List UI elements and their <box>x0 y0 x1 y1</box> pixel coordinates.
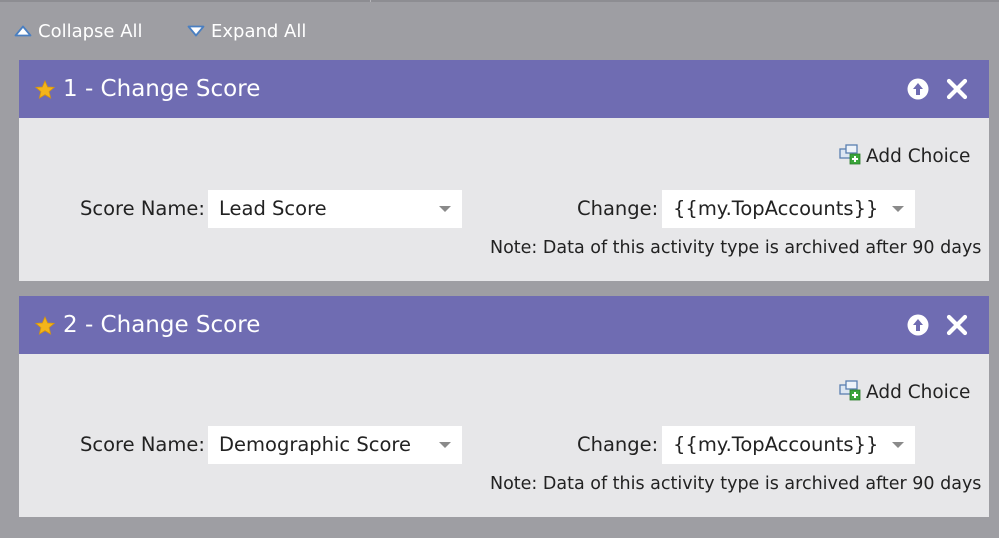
step-title: 1 - Change Score <box>63 76 261 102</box>
add-choice-button[interactable]: Add Choice <box>839 379 970 406</box>
star-icon <box>34 315 56 340</box>
add-choice-label: Add Choice <box>866 146 971 167</box>
step-header[interactable]: 1 - Change Score <box>19 60 989 118</box>
arrow-up-circle-icon[interactable] <box>907 78 929 104</box>
step-header[interactable]: 2 - Change Score <box>19 296 989 354</box>
chevron-down-icon <box>892 442 904 448</box>
change-label: Change: <box>577 197 659 220</box>
score-name-value: Demographic Score <box>219 433 411 456</box>
expand-all-button[interactable]: Expand All <box>187 18 306 44</box>
add-choice-label: Add Choice <box>866 382 971 403</box>
expand-all-label: Expand All <box>211 20 307 42</box>
change-label: Change: <box>577 433 659 456</box>
change-value: {{my.TopAccounts}} <box>673 433 879 456</box>
add-choice-button[interactable]: Add Choice <box>839 143 970 170</box>
chevron-down-icon <box>439 442 451 448</box>
toolbar: Collapse All Expand All <box>0 0 999 60</box>
collapse-all-label: Collapse All <box>38 20 143 42</box>
score-name-label: Score Name: <box>80 433 205 456</box>
change-value: {{my.TopAccounts}} <box>673 197 879 220</box>
step-title: 2 - Change Score <box>63 312 261 338</box>
score-name-select[interactable]: Demographic Score <box>208 426 462 464</box>
flow-step-1: 1 - Change Score Add Choice Score Name: … <box>19 60 989 281</box>
triangle-up-icon <box>14 25 32 37</box>
star-icon <box>34 79 56 104</box>
change-select[interactable]: {{my.TopAccounts}} <box>662 426 915 464</box>
score-name-select[interactable]: Lead Score <box>208 190 462 228</box>
score-name-value: Lead Score <box>219 197 327 220</box>
arrow-up-circle-icon[interactable] <box>907 314 929 340</box>
chevron-down-icon <box>892 206 904 212</box>
score-name-label: Score Name: <box>80 197 205 220</box>
flow-step-2: 2 - Change Score Add Choice Score Name: … <box>19 296 989 517</box>
archive-note: Note: Data of this activity type is arch… <box>490 238 982 258</box>
chevron-down-icon <box>439 206 451 212</box>
add-choice-icon <box>839 379 863 406</box>
collapse-all-button[interactable]: Collapse All <box>14 18 143 44</box>
close-icon[interactable] <box>946 78 968 104</box>
archive-note: Note: Data of this activity type is arch… <box>490 474 982 494</box>
triangle-down-icon <box>187 25 205 37</box>
change-select[interactable]: {{my.TopAccounts}} <box>662 190 915 228</box>
close-icon[interactable] <box>946 314 968 340</box>
add-choice-icon <box>839 143 863 170</box>
